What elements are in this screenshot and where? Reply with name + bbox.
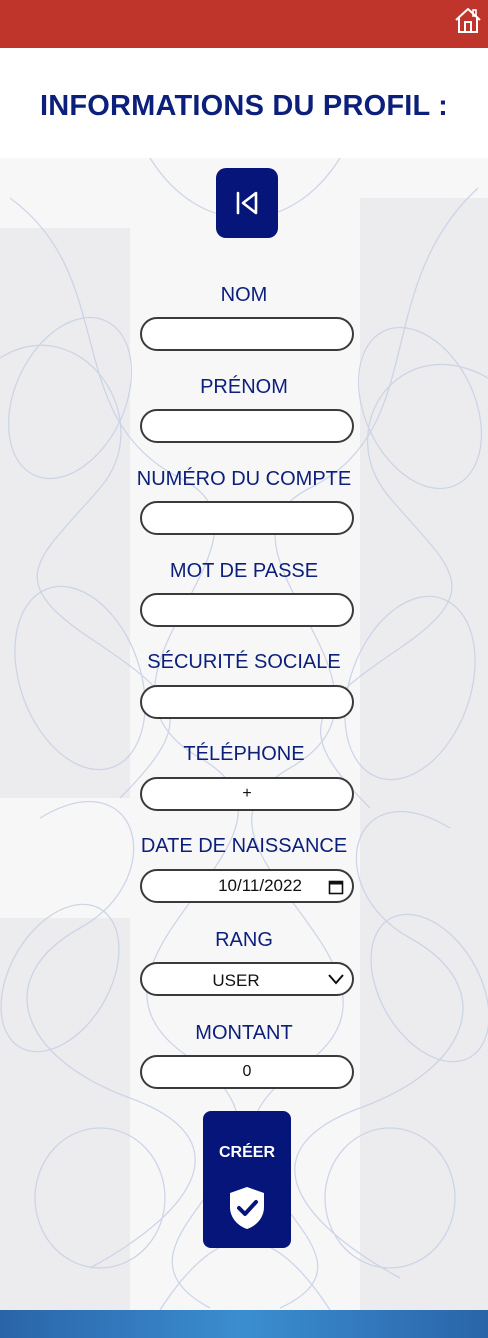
create-button-label: CRÉER	[218, 1144, 275, 1161]
date-value: 10/11/2022	[218, 876, 302, 895]
label-nom: NOM	[220, 284, 268, 306]
shield-check-icon	[230, 1187, 264, 1229]
create-button[interactable]: CRÉER	[203, 1111, 291, 1248]
nom-input[interactable]	[140, 317, 354, 351]
label-telephone: TÉLÉPHONE	[183, 743, 305, 765]
label-date-naissance: DATE DE NAISSANCE	[140, 835, 348, 857]
label-numero-compte: NUMÉRO DU COMPTE	[136, 468, 352, 490]
label-montant: MONTANT	[195, 1022, 293, 1044]
skip-back-icon	[236, 191, 258, 215]
top-bar	[0, 0, 488, 48]
rang-select[interactable]: USER	[140, 962, 354, 996]
securite-sociale-input[interactable]	[140, 685, 354, 719]
prenom-input[interactable]	[140, 409, 354, 443]
telephone-input[interactable]	[140, 777, 354, 811]
label-prenom: PRÉNOM	[200, 376, 288, 398]
calendar-icon[interactable]	[328, 879, 344, 895]
label-securite-sociale: SÉCURITÉ SOCIALE	[147, 651, 341, 673]
date-naissance-input[interactable]: 10/11/2022	[140, 869, 354, 903]
page-title: INFORMATIONS DU PROFIL :	[39, 90, 449, 122]
bottom-bar	[0, 1310, 488, 1338]
chevron-down-icon	[328, 974, 344, 985]
home-icon	[455, 8, 481, 33]
label-rang: RANG	[215, 929, 273, 951]
label-mot-de-passe: MOT DE PASSE	[169, 560, 319, 582]
numero-compte-input[interactable]	[140, 501, 354, 535]
rang-selected-value: USER	[212, 971, 260, 990]
back-button[interactable]	[216, 168, 278, 238]
home-button[interactable]	[452, 4, 484, 36]
montant-input[interactable]	[140, 1055, 354, 1089]
password-input[interactable]	[140, 593, 354, 627]
